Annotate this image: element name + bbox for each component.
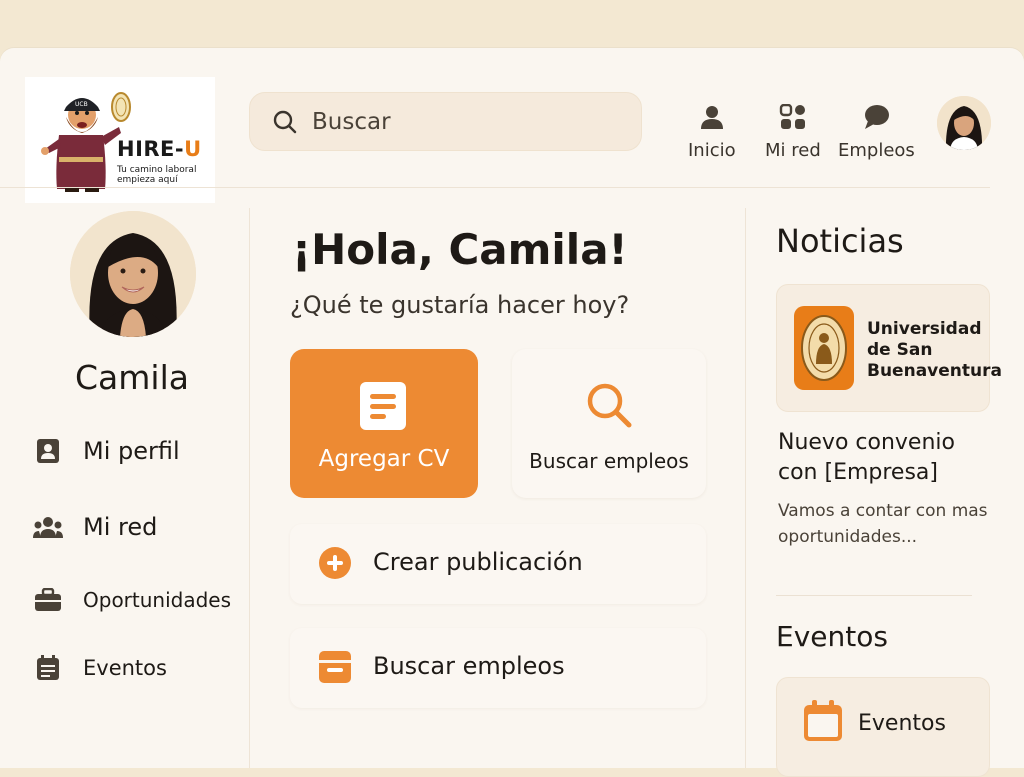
topnav-item-mi-red[interactable]: Mi red	[765, 103, 821, 161]
column-divider	[745, 208, 746, 768]
search-jobs-card-button[interactable]: Buscar empleos	[512, 349, 706, 498]
sidebar-item-eventos[interactable]: Eventos	[33, 655, 167, 681]
profile-card-icon	[33, 438, 63, 464]
university-seal-icon	[794, 306, 854, 394]
search-bar[interactable]	[249, 92, 642, 151]
hire-u-logo[interactable]: UCB HIRE-U Tu camino laboral empieza aqu…	[25, 77, 215, 203]
create-post-label: Crear publicación	[373, 548, 583, 576]
sidebar-label-oportunidades: Oportunidades	[83, 588, 232, 612]
sidebar-item-oportunidades[interactable]: Oportunidades	[33, 588, 231, 612]
news-headline[interactable]: Nuevo convenio con [Empresa]	[778, 428, 988, 488]
search-jobs-card-label: Buscar empleos	[529, 449, 689, 473]
search-icon	[585, 381, 633, 433]
search-jobs-row-label: Buscar empleos	[373, 652, 565, 680]
chat-bubble-icon	[862, 104, 890, 134]
brand-name: HIRE-U	[117, 137, 202, 161]
university-name: Universidad de San Buenaventura	[867, 319, 1002, 381]
list-icon	[318, 650, 352, 688]
document-icon	[360, 382, 406, 434]
search-jobs-row-button[interactable]: Buscar empleos	[290, 628, 706, 708]
user-avatar[interactable]	[937, 96, 991, 150]
profile-name: Camila	[75, 358, 189, 397]
svg-text:UCB: UCB	[75, 101, 88, 108]
events-card[interactable]: Eventos	[776, 677, 990, 777]
sidebar-label-eventos: Eventos	[83, 656, 167, 680]
greeting-heading: ¡Hola, Camila!	[292, 225, 628, 274]
people-icon	[33, 516, 63, 538]
brand-tagline: Tu camino laboral empieza aquí	[117, 165, 197, 185]
topnav-label-mi-red: Mi red	[765, 140, 821, 161]
events-card-label: Eventos	[858, 711, 946, 736]
calendar-note-icon	[33, 655, 63, 681]
search-icon	[272, 109, 298, 139]
events-heading: Eventos	[776, 620, 888, 653]
sidebar-label-mi-red: Mi red	[83, 513, 158, 541]
plus-circle-icon	[318, 546, 352, 584]
search-input[interactable]	[312, 103, 612, 141]
topnav-item-empleos[interactable]: Empleos	[838, 104, 915, 161]
news-card[interactable]: Universidad de San Buenaventura	[776, 284, 1002, 412]
section-divider	[776, 595, 972, 596]
topnav-label-empleos: Empleos	[838, 140, 915, 161]
topnav-label-inicio: Inicio	[688, 140, 736, 161]
topnav-item-inicio[interactable]: Inicio	[688, 104, 736, 161]
home-person-icon	[698, 104, 726, 134]
greeting-subtitle: ¿Qué te gustaría hacer hoy?	[290, 291, 630, 319]
calendar-icon	[803, 700, 843, 746]
news-body: Vamos a contar con mas oportunidades...	[778, 501, 988, 547]
network-grid-icon	[779, 103, 807, 134]
create-post-button[interactable]: Crear publicación	[290, 524, 706, 604]
news-heading: Noticias	[776, 222, 904, 260]
app-window: UCB HIRE-U Tu camino laboral empieza aqu…	[0, 48, 1024, 777]
add-cv-button[interactable]: Agregar CV	[290, 349, 478, 498]
profile-avatar[interactable]	[70, 211, 196, 337]
column-divider	[249, 208, 250, 768]
add-cv-label: Agregar CV	[318, 446, 450, 472]
sidebar-label-mi-perfil: Mi perfil	[83, 437, 180, 465]
sidebar-item-mi-red[interactable]: Mi red	[33, 513, 157, 541]
briefcase-icon	[33, 588, 63, 612]
topbar-divider	[0, 187, 990, 188]
sidebar-item-mi-perfil[interactable]: Mi perfil	[33, 437, 180, 465]
